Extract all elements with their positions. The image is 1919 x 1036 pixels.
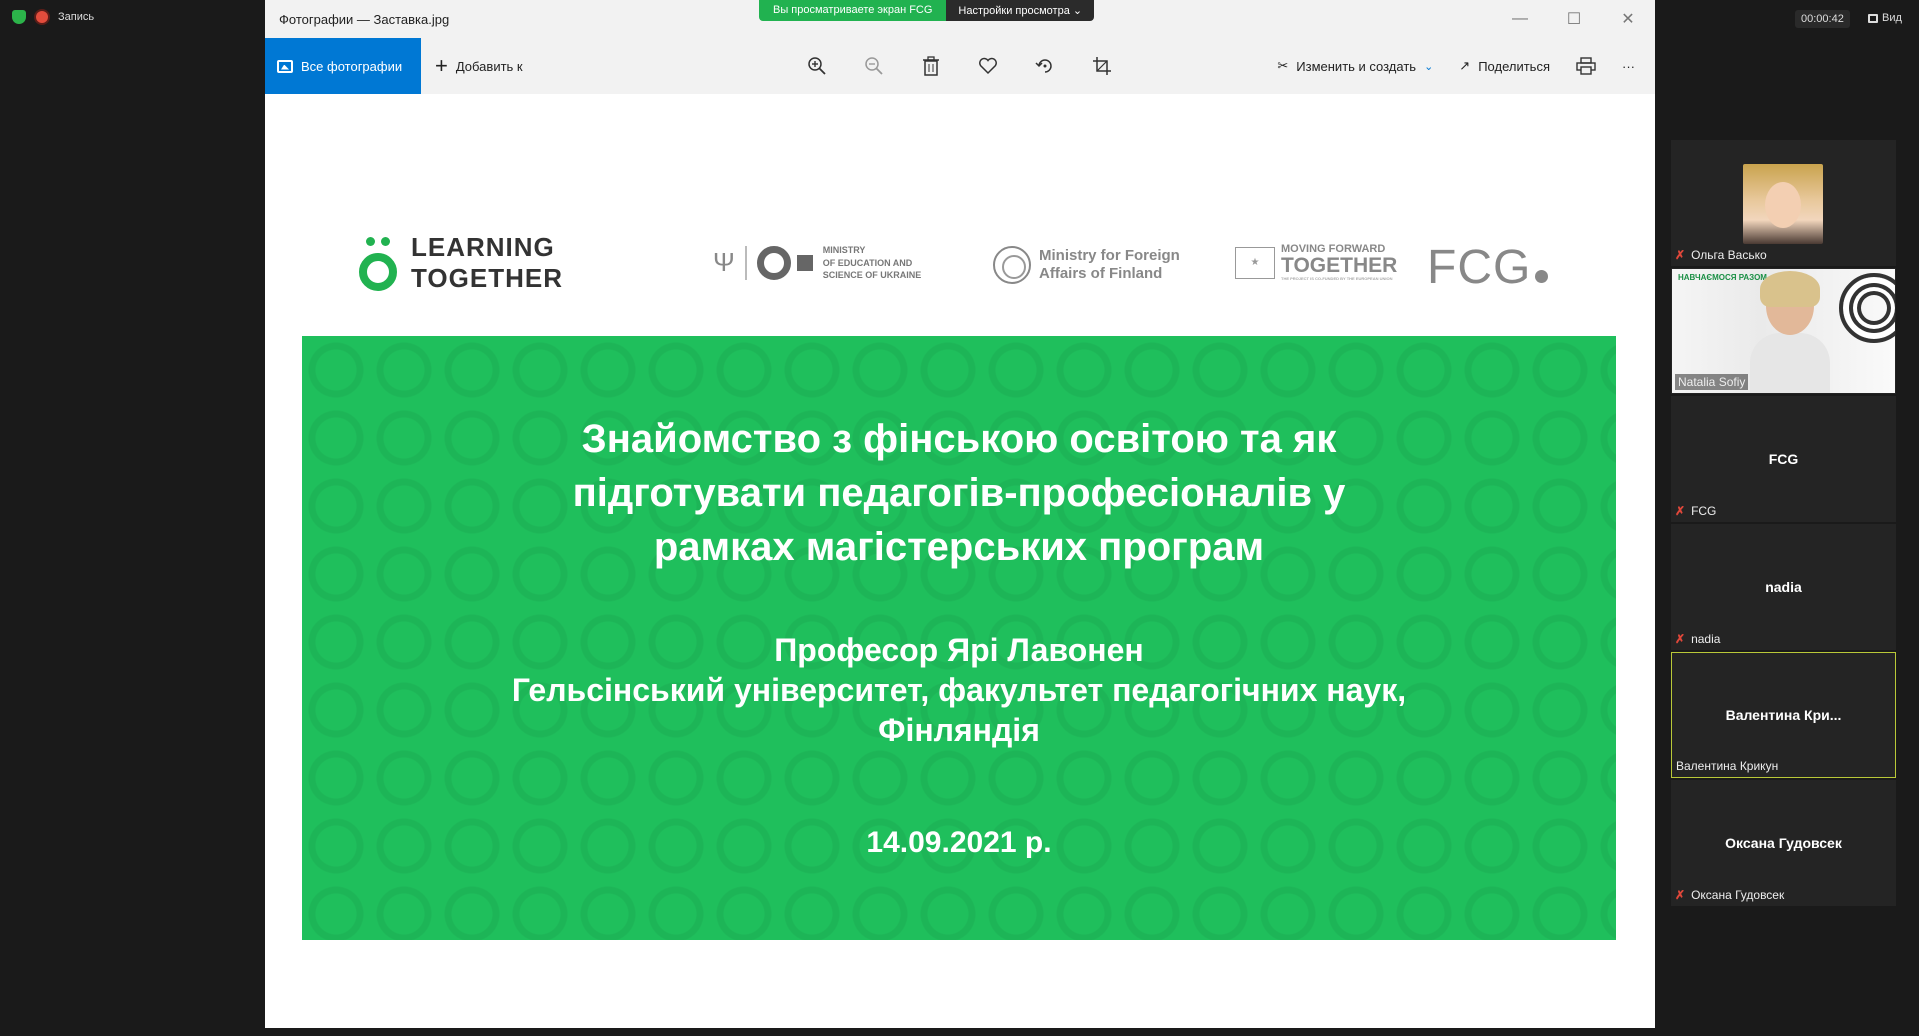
edit-create-label: Изменить и создать (1296, 58, 1417, 74)
rings-graphic (1839, 273, 1895, 343)
muted-mic-icon: ✗ (1675, 248, 1686, 262)
participant-name: nadia (1691, 632, 1721, 646)
meeting-timer: 00:00:42 (1795, 10, 1850, 28)
chevron-down-icon: ⌄ (1424, 60, 1434, 73)
mon-line1: MINISTRY (822, 245, 866, 255)
add-to-label: Добавить к (455, 58, 523, 74)
share-status: Вы просматриваете экран FCG (759, 0, 947, 21)
screen-share-banner: Вы просматриваете экран FCG Настройки пр… (759, 0, 1095, 21)
record-dot-icon (36, 11, 48, 23)
learning-together-mark-icon (357, 233, 399, 293)
participant-tile[interactable]: Оксана Гудовсек ✗ Оксана Гудовсек (1671, 780, 1896, 906)
slide-title: Знайомство з фінською освітою та як підг… (572, 417, 1346, 569)
participant-tile[interactable]: FCG ✗ FCG (1671, 396, 1896, 522)
maximize-button[interactable]: ☐ (1547, 0, 1601, 38)
all-photos-button[interactable]: Все фотографии (265, 38, 421, 94)
slide-date: 14.09.2021 р. (866, 826, 1052, 859)
participant-name: Natalia Sofiy (1678, 375, 1746, 389)
muted-mic-icon: ✗ (1675, 632, 1686, 646)
participant-name: FCG (1691, 504, 1717, 518)
heart-icon[interactable] (976, 54, 1000, 78)
globe-icon (993, 246, 1031, 284)
view-options-button[interactable]: Настройки просмотра ⌄ (946, 0, 1095, 21)
logo-text-line2: TOGETHER (411, 263, 563, 294)
zoom-out-icon[interactable] (862, 54, 886, 78)
view-label: Вид (1882, 12, 1902, 24)
window-title: Фотографии — Заставка.jpg (279, 11, 450, 27)
fcg-logo-text: FCG (1427, 241, 1532, 294)
crop-icon[interactable] (1090, 54, 1114, 78)
participant-tile[interactable]: nadia ✗ nadia (1671, 524, 1896, 650)
mff-line1: Ministry for Foreign (1039, 247, 1180, 264)
edit-create-button[interactable]: ✂ Изменить и создать ⌄ (1277, 58, 1433, 74)
photos-toolbar: Все фотографии + Добавить к ✂ Изменить и… (265, 38, 1655, 94)
zoom-in-icon[interactable] (805, 54, 829, 78)
slide-presenter: Професор Ярі Лавонен Гельсінський універ… (511, 632, 1407, 748)
plus-icon: + (435, 53, 448, 78)
share-label: Поделиться (1478, 58, 1550, 74)
participant-name: Валентина Крикун (1676, 759, 1779, 773)
rotate-icon[interactable] (1033, 54, 1057, 78)
ministry-finland-logo: Ministry for Foreign Affairs of Finland (993, 246, 1180, 284)
share-button[interactable]: ↗ Поделиться (1459, 58, 1550, 74)
image-actions (805, 38, 1114, 94)
muted-mic-icon: ✗ (1675, 504, 1686, 518)
toolbar-right: ✂ Изменить и создать ⌄ ↗ Поделиться ··· (1277, 38, 1635, 94)
grid-view-icon (1868, 13, 1878, 23)
minimize-button[interactable]: — (1493, 0, 1547, 38)
mff-line2: Affairs of Finland (1039, 265, 1163, 282)
mon-circle-icon (756, 245, 791, 280)
participant-name: Ольга Васько (1691, 248, 1767, 262)
window-controls: — ☐ ✕ (1493, 0, 1655, 38)
close-button[interactable]: ✕ (1601, 0, 1655, 38)
zoom-meeting-window: { "zoom": { "recording_label": "Запись",… (0, 0, 1919, 1036)
slide-logos: LEARNING TOGETHER Ψ MINISTRY OF EDUCATIO… (265, 232, 1655, 302)
avatar (1743, 164, 1823, 244)
participant-tile[interactable]: НАВЧАЄМОСЯ РАЗОМ Natalia Sofiy (1671, 268, 1896, 394)
participant-name: Оксана Гудовсек (1691, 888, 1785, 902)
share-icon: ↗ (1459, 58, 1471, 73)
mft-tiny: THE PROJECT IS CO-FUNDED BY THE EUROPEAN… (1281, 276, 1393, 281)
security-shield-icon[interactable] (12, 10, 26, 24)
fcg-logo: FCG (1427, 240, 1549, 295)
mon-line2: OF EDUCATION AND (822, 257, 913, 268)
ministry-education-logo: Ψ MINISTRY OF EDUCATION AND SCIENCE OF U… (713, 244, 921, 282)
print-icon (1576, 57, 1596, 75)
view-button[interactable]: Вид (1868, 12, 1902, 24)
mon-line3: SCIENCE OF UKRAINE (822, 270, 922, 281)
all-photos-label: Все фотографии (301, 58, 403, 74)
photo-icon (277, 59, 293, 73)
participant-tile-active[interactable]: Валентина Кри... Валентина Крикун (1671, 652, 1896, 778)
print-button[interactable] (1576, 57, 1596, 75)
more-dots-icon: ··· (1622, 58, 1635, 74)
learning-together-logo: LEARNING TOGETHER (357, 232, 563, 294)
eu-flag-icon: ★ (1235, 246, 1275, 279)
recording-label: Запись (58, 11, 95, 23)
recording-indicator[interactable]: Запись (12, 10, 94, 24)
trident-icon: Ψ (713, 247, 735, 278)
photos-window: Фотографии — Заставка.jpg — ☐ ✕ Все фото… (265, 0, 1655, 1028)
participant-tile[interactable]: ✗ Ольга Васько (1671, 140, 1896, 266)
logo-text-line1: LEARNING (411, 232, 555, 262)
add-to-button[interactable]: + Добавить к (435, 55, 523, 77)
edit-scissors-icon: ✂ (1277, 58, 1289, 73)
moving-forward-together-logo: ★ MOVING FORWARD TOGETHER THE PROJECT IS… (1235, 244, 1397, 281)
mft-big: TOGETHER (1281, 254, 1398, 277)
more-options-button[interactable]: ··· (1622, 59, 1635, 74)
muted-mic-icon: ✗ (1675, 888, 1686, 902)
slide-green-panel: Знайомство з фінською освітою та як підг… (302, 336, 1616, 940)
delete-icon[interactable] (919, 54, 943, 78)
